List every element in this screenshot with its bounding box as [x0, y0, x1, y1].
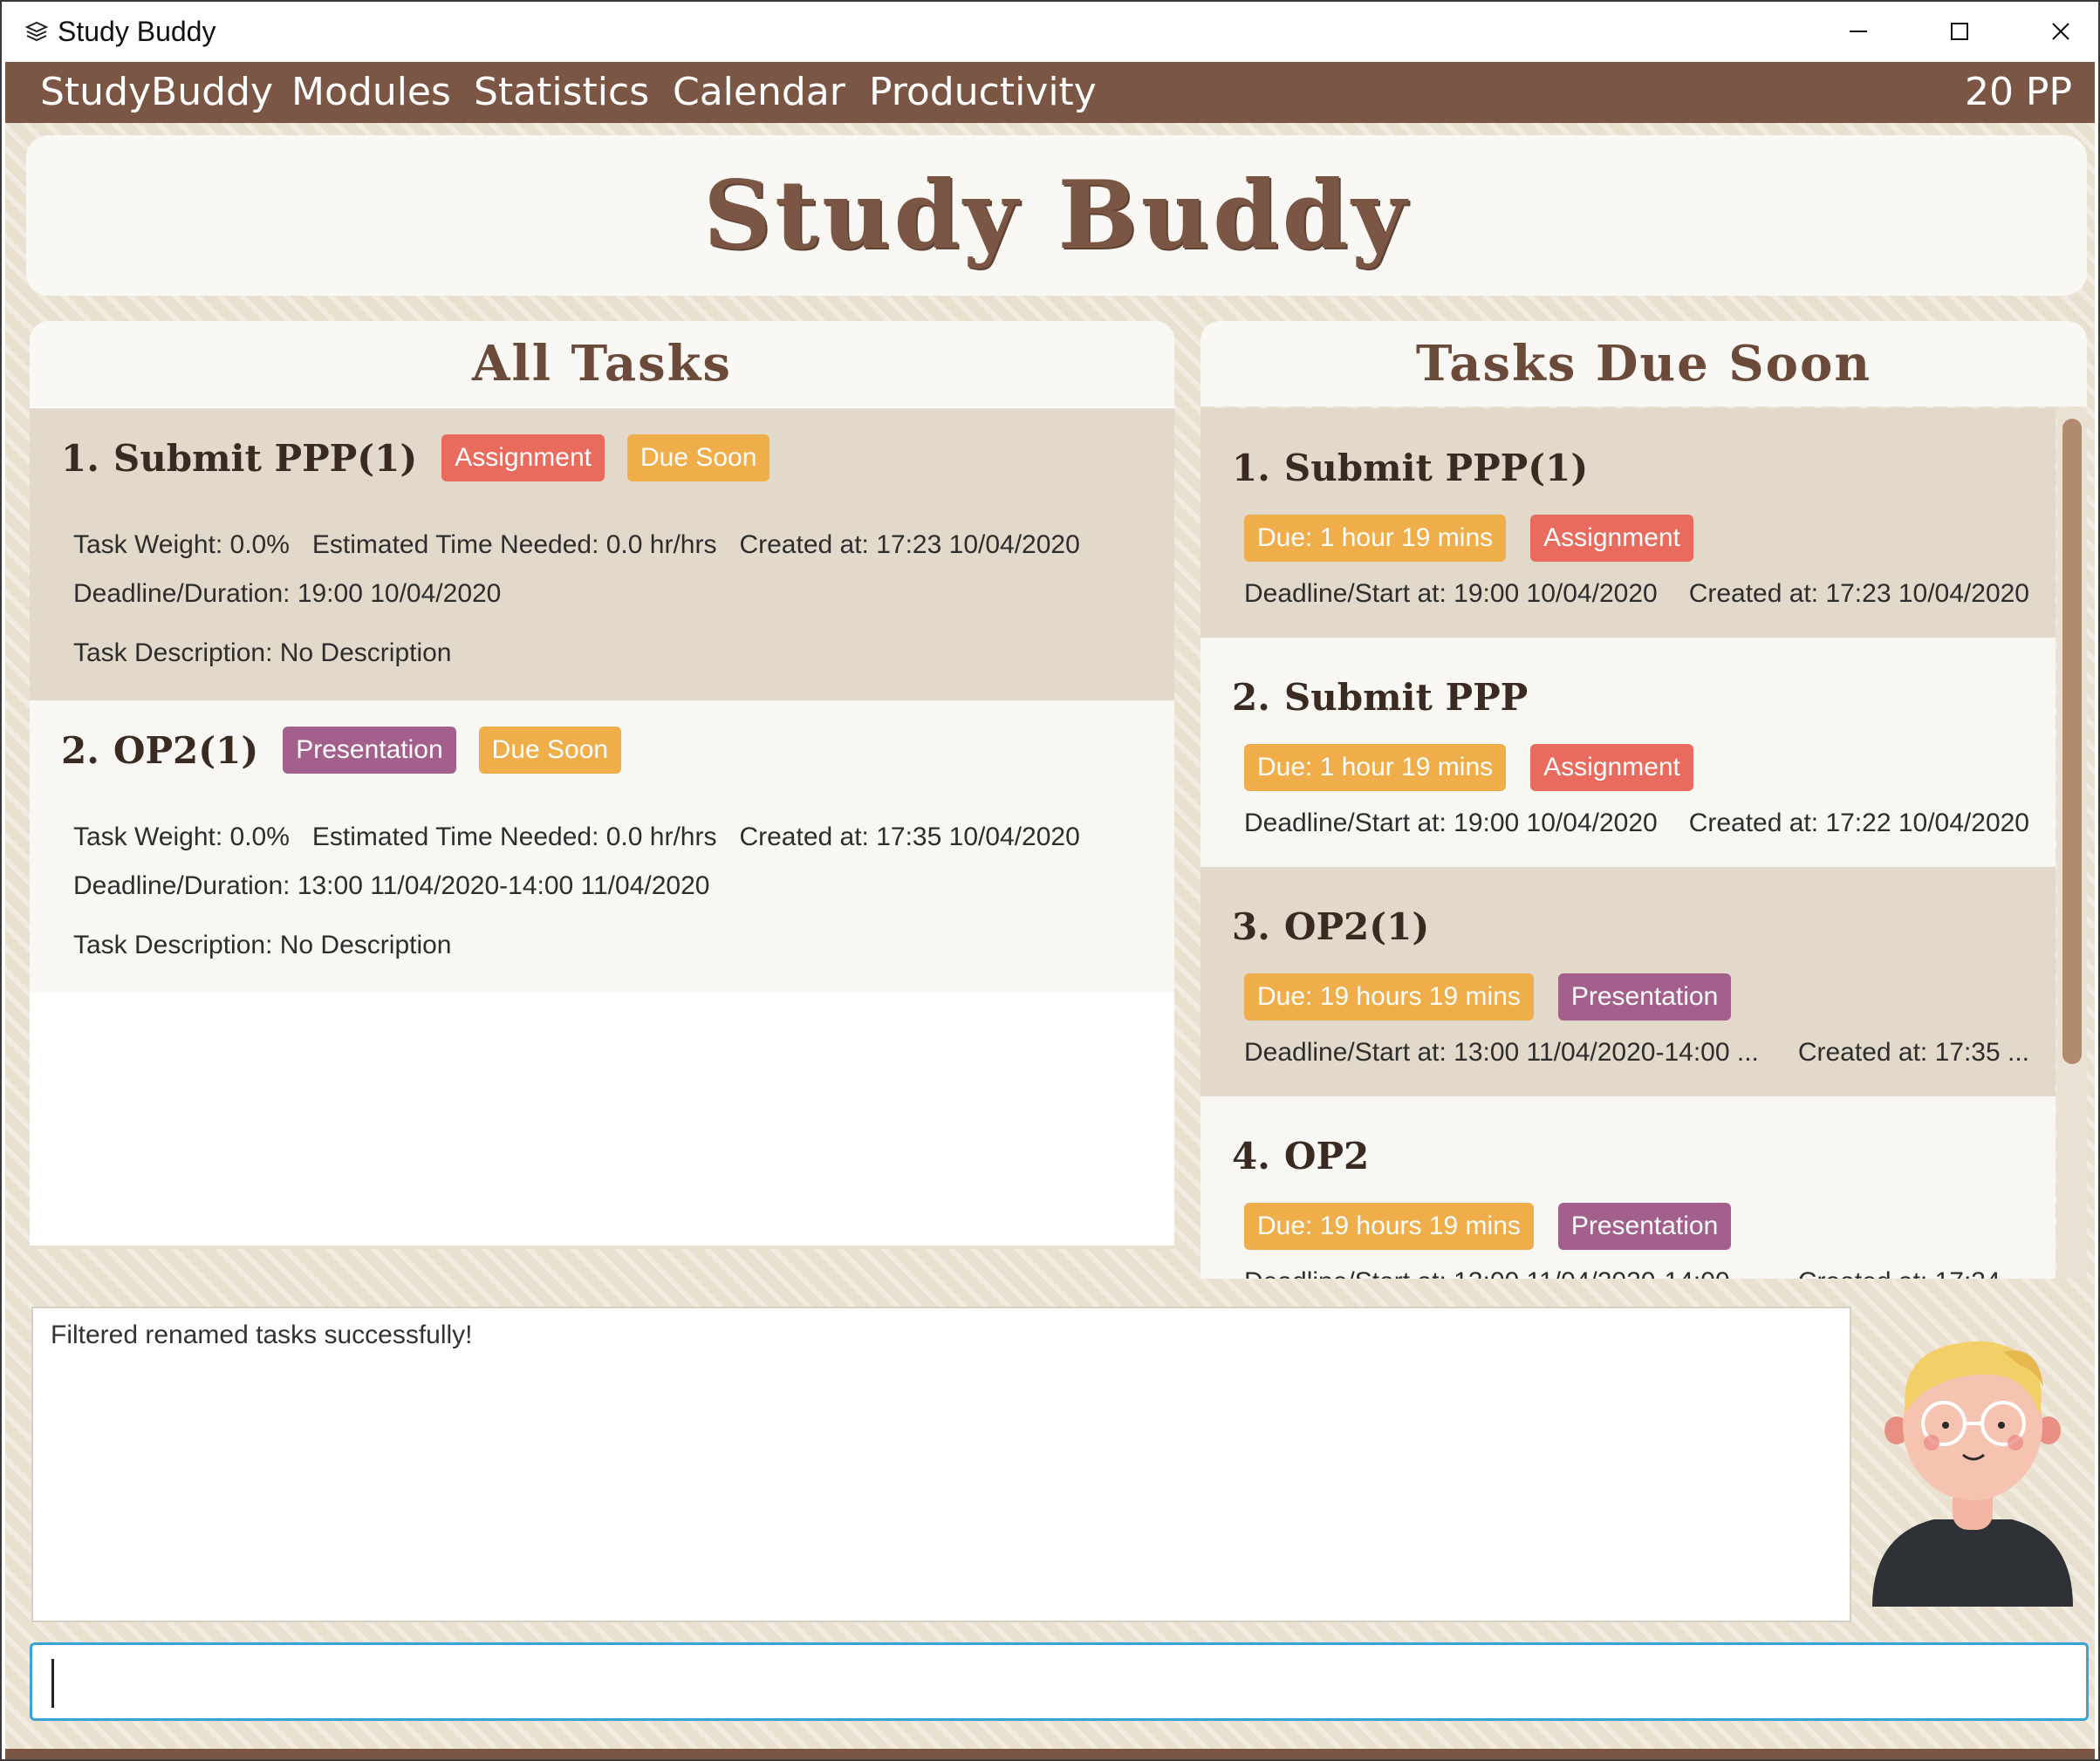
presentation-tag: Presentation	[1557, 1203, 1732, 1250]
task-name: OP2(1)	[113, 728, 259, 772]
task-estimated-time: Estimated Time Needed: 0.0 hr/hrs	[311, 822, 717, 851]
task-created: Created at: 17:35 10/04/2020	[739, 822, 1080, 851]
text-caret	[51, 1659, 54, 1708]
banner-title: Study Buddy	[703, 160, 1410, 270]
task-number: 2.	[61, 728, 99, 772]
due-soon-tag: Due Soon	[626, 434, 770, 481]
all-tasks-panel: All Tasks 1. Submit PPP(1) Assignment Du…	[30, 321, 1174, 1249]
task-deadline: Deadline/Duration: 19:00 10/04/2020	[73, 579, 502, 608]
task-deadline: Deadline/Start at: 13:00 11/04/2020-14:0…	[1244, 1267, 1759, 1279]
command-input[interactable]	[51, 1650, 2067, 1713]
maximize-button[interactable]	[1909, 0, 2010, 62]
result-message: Filtered renamed tasks successfully!	[51, 1321, 473, 1349]
due-time-tag: Due: 19 hours 19 mins	[1244, 973, 1534, 1020]
vertical-scroll-thumb[interactable]	[2062, 419, 2082, 1064]
task-weight: Task Weight: 0.0%	[73, 822, 290, 851]
task-card[interactable]: 1. Submit PPP(1) Assignment Due Soon Tas…	[30, 408, 1174, 700]
task-description: Task Description: No Description	[73, 638, 452, 667]
task-deadline: Deadline/Start at: 19:00 10/04/2020	[1244, 809, 1658, 837]
assignment-tag: Assignment	[441, 434, 605, 481]
title-bar: Study Buddy	[0, 0, 2100, 62]
stack-icon	[24, 21, 49, 42]
presentation-tag: Presentation	[1557, 973, 1732, 1020]
due-task-card[interactable]: 2. Submit PPP Due: 1 hour 19 mins Assignme…	[1200, 638, 2056, 867]
assignment-tag: Assignment	[1530, 515, 1693, 562]
presentation-tag: Presentation	[283, 727, 456, 774]
avatar	[1872, 1341, 2073, 1607]
task-deadline: Deadline/Duration: 13:00 11/04/2020-14:0…	[73, 871, 710, 900]
all-tasks-title: All Tasks	[472, 335, 732, 392]
due-soon-panel: Tasks Due Soon 1. Submit PPP(1) Due: 1 ho…	[1200, 321, 2087, 1280]
task-card[interactable]: 2. OP2(1) Presentation Due Soon Task Wei…	[30, 700, 1174, 993]
task-name: Submit PPP(1)	[113, 436, 418, 480]
due-task-card[interactable]: 3. OP2(1) Due: 19 hours 19 mins Presentati…	[1200, 867, 2056, 1096]
due-time-tag: Due: 1 hour 19 mins	[1244, 515, 1507, 562]
task-created: Created at: 17:22 10/04/2020	[1688, 809, 2029, 837]
window-title: Study Buddy	[58, 16, 216, 47]
productivity-points: 20 PP	[1964, 70, 2072, 114]
due-time-tag: Due: 19 hours 19 mins	[1244, 1203, 1534, 1250]
task-deadline: Deadline/Start at: 13:00 11/04/2020-14:0…	[1244, 1038, 1759, 1067]
task-created: Created at: 17:34 ...	[1798, 1267, 2029, 1279]
task-estimated-time: Estimated Time Needed: 0.0 hr/hrs	[311, 530, 717, 559]
task-weight: Task Weight: 0.0%	[73, 530, 290, 559]
task-created: Created at: 17:23 10/04/2020	[739, 530, 1080, 559]
result-display: Filtered renamed tasks successfully!	[31, 1307, 1851, 1622]
banner: Study Buddy	[26, 135, 2087, 296]
minimize-button[interactable]	[1808, 0, 1909, 62]
due-task-card[interactable]: 1. Submit PPP(1) Due: 1 hour 19 mins Assig…	[1200, 408, 2056, 638]
menu-modules[interactable]: Modules	[291, 71, 451, 114]
menu-statistics[interactable]: Statistics	[474, 71, 649, 114]
task-name: Submit PPP(1)	[1283, 447, 1589, 489]
due-time-tag: Due: 1 hour 19 mins	[1244, 744, 1507, 791]
maximize-icon	[1951, 22, 1968, 40]
menu-studybuddy[interactable]: StudyBuddy	[40, 71, 273, 114]
footer-strip	[5, 1749, 2095, 1761]
task-number: 1.	[61, 436, 99, 480]
menu-bar: StudyBuddy Modules Statistics Calendar P…	[5, 62, 2095, 123]
close-icon	[2052, 22, 2069, 40]
due-soon-tag: Due Soon	[478, 727, 622, 774]
all-tasks-header: All Tasks	[30, 321, 1174, 406]
task-created: Created at: 17:23 10/04/2020	[1688, 579, 2029, 608]
task-number: 3.	[1232, 905, 1270, 948]
menu-productivity[interactable]: Productivity	[869, 71, 1097, 114]
close-button[interactable]	[2010, 0, 2100, 62]
task-number: 1.	[1232, 447, 1270, 489]
task-name: OP2	[1283, 1135, 1370, 1177]
assignment-tag: Assignment	[1530, 744, 1693, 791]
task-name: OP2(1)	[1283, 905, 1430, 948]
task-deadline: Deadline/Start at: 19:00 10/04/2020	[1244, 579, 1658, 608]
task-number: 4.	[1232, 1135, 1270, 1177]
task-created: Created at: 17:35 ...	[1797, 1038, 2029, 1067]
task-name: Submit PPP	[1283, 676, 1529, 719]
menu-calendar[interactable]: Calendar	[673, 71, 845, 114]
due-soon-title: Tasks Due Soon	[1415, 335, 1872, 392]
due-soon-list: 1. Submit PPP(1) Due: 1 hour 19 mins Assig…	[1200, 408, 2056, 1279]
minimize-icon	[1850, 30, 1867, 32]
due-task-card[interactable]: 4. OP2 Due: 19 hours 19 mins Presentation …	[1200, 1096, 2056, 1279]
due-soon-header: Tasks Due Soon	[1200, 321, 2087, 406]
horizontal-scrollbar[interactable]	[30, 1246, 1174, 1249]
task-description: Task Description: No Description	[73, 931, 452, 959]
task-number: 2.	[1232, 676, 1270, 719]
command-box[interactable]	[30, 1642, 2089, 1721]
